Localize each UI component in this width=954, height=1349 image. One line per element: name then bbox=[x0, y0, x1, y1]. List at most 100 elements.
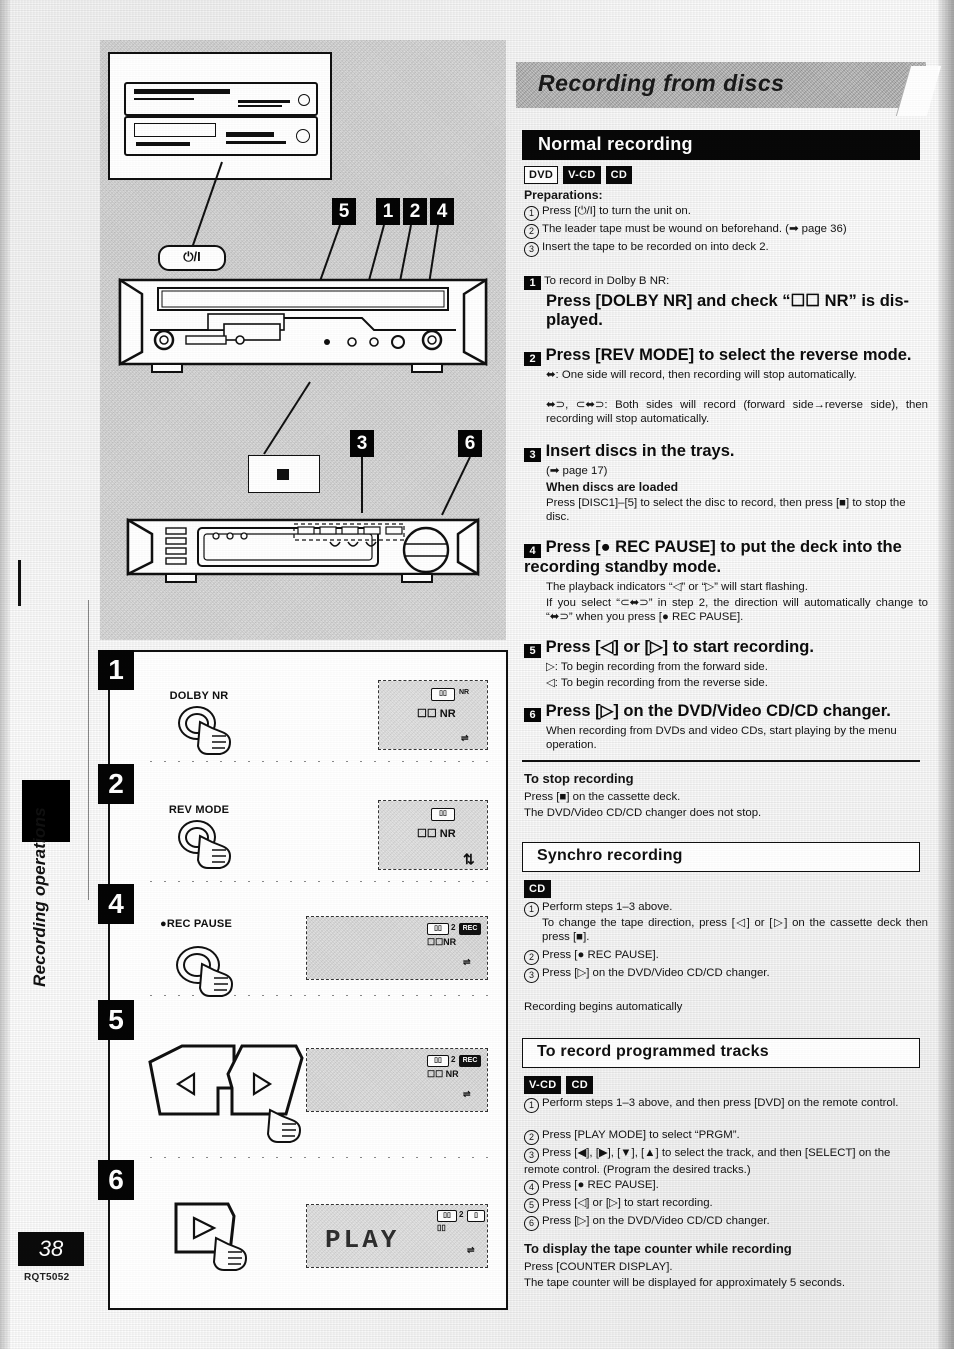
programmed-item-5: 5 Press [◁] or [▷] to start recording. bbox=[524, 1196, 928, 1213]
programmed-tracks-heading-text: To record programmed tracks bbox=[537, 1043, 769, 1060]
step-2-body-1: ⬌: One side will record, then recording … bbox=[546, 369, 857, 381]
rec-pause-button-label: ●REC PAUSE bbox=[159, 918, 232, 930]
step-1-title: Press [DOLBY NR] and check “☐☐ NR” is di… bbox=[546, 292, 910, 329]
badge-vcd-prog: V-CD bbox=[524, 1076, 562, 1095]
synchro-badges: CD bbox=[524, 880, 556, 899]
lcd-display-step2: ▯▯ ☐☐ NR ⇅ bbox=[378, 800, 488, 870]
tape-counter-heading: To display the tape counter while record… bbox=[524, 1241, 792, 1256]
step-divider-1 bbox=[144, 760, 496, 763]
step-4-body-2: If you select “⊂⬌⊃” in step 2, the direc… bbox=[546, 597, 928, 624]
synchro-item-1: 1 Perform steps 1–3 above. bbox=[524, 900, 928, 917]
illus-step-chip-4: 4 bbox=[98, 884, 134, 924]
pointing-hand-icon bbox=[266, 1108, 302, 1143]
normal-recording-badges: DVD V-CD CD bbox=[524, 166, 924, 185]
step-3-body-1: (➡ page 17) bbox=[546, 465, 608, 477]
synchro-footer: Recording begins automatically bbox=[524, 1001, 683, 1013]
step-6-body-1: When recording from DVDs and video CDs, … bbox=[546, 725, 897, 752]
lcd-display-step4: ▯▯ 2 REC ☐☐NR ⇌ bbox=[306, 916, 488, 980]
side-tab-label: Recording operations bbox=[30, 807, 49, 987]
lcd-text-step4: ☐☐NR bbox=[427, 937, 457, 947]
programmed-item-3: 3 Press [◀], [▶], [▼], [▲] to select the … bbox=[524, 1147, 891, 1176]
section-title: Recording from discs bbox=[538, 70, 785, 96]
illus-step-chip-1: 1 bbox=[98, 650, 134, 690]
badge-vcd: V-CD bbox=[563, 166, 601, 185]
callout-2: 2 bbox=[403, 198, 427, 225]
normal-recording-heading-text: Normal recording bbox=[538, 134, 693, 154]
illus-step-chip-5: 5 bbox=[98, 1000, 134, 1040]
callout-1: 1 bbox=[376, 198, 400, 225]
step-4-body-1: The playback indicators “◁” or “▷” will … bbox=[546, 581, 808, 593]
step-divider-5 bbox=[144, 1156, 496, 1159]
document-code: RQT5052 bbox=[24, 1272, 70, 1283]
badge-cd: CD bbox=[605, 166, 633, 185]
step-5-title: 5 Press [◁] or [▷] to start recording. bbox=[524, 638, 928, 658]
rev-mode-button-label: REV MODE bbox=[168, 804, 230, 816]
programmed-item-4: 4 Press [● REC PAUSE]. bbox=[524, 1178, 928, 1195]
lcd-text-step5: ☐☐ NR bbox=[427, 1069, 459, 1079]
section-banner: Recording from discs bbox=[516, 62, 942, 116]
power-button-callout: ⏻/I bbox=[158, 245, 226, 271]
margin-rule bbox=[18, 560, 21, 606]
synchro-recording-heading-text: Synchro recording bbox=[537, 847, 683, 864]
lcd-text-step6: PLAY bbox=[325, 1225, 400, 1255]
stop-recording-line-1: Press [■] on the cassette deck. bbox=[524, 791, 681, 803]
margin-hairline bbox=[88, 600, 89, 900]
stop-recording-line-2: The DVD/Video CD/CD changer does not sto… bbox=[524, 807, 762, 819]
programmed-tracks-heading: To record programmed tracks bbox=[522, 1038, 920, 1068]
synchro-item-2: 2 Press [● REC PAUSE]. bbox=[524, 948, 928, 965]
callout-3: 3 bbox=[350, 430, 374, 457]
lcd-display-step5: ▯▯ 2 REC ☐☐ NR ⇌ bbox=[306, 1048, 488, 1112]
synchro-item-3: 3 Press [▷] on the DVD/Video CD/CD change… bbox=[524, 966, 928, 983]
step-6-title: 6 Press [▷] on the DVD/Video CD/CD chang… bbox=[524, 702, 928, 722]
scan-left-edge bbox=[0, 0, 10, 1349]
pointing-hand-icon bbox=[196, 834, 232, 869]
lcd-text-step2: ☐☐ NR bbox=[417, 828, 456, 840]
step-5-body-1: ▷: To begin recording from the forward s… bbox=[546, 661, 768, 673]
illustration-column: ⏻/I 5 1 2 4 3 6 1 DOLBY NR ▯▯ NR ☐☐ NR ⇌… bbox=[98, 40, 508, 1310]
tape-counter-line-1: Press [COUNTER DISPLAY]. bbox=[524, 1261, 673, 1273]
step-divider-4 bbox=[144, 994, 496, 997]
step-1-lead: 1 To record in Dolby B NR: bbox=[524, 274, 669, 290]
lcd-display-step6: ▯▯ 2 ▯ ▯▯ PLAY ⇌ bbox=[306, 1204, 488, 1268]
programmed-badges: V-CD CD bbox=[524, 1076, 598, 1095]
stop-button-leader bbox=[263, 381, 311, 455]
badge-cd-synchro: CD bbox=[524, 880, 551, 899]
step-3-body-2: When discs are loaded bbox=[546, 480, 679, 494]
normal-recording-heading: Normal recording bbox=[522, 130, 920, 160]
scan-right-edge bbox=[938, 0, 954, 1349]
step-3-body-3: Press [DISC1]–[5] to select the disc to … bbox=[546, 497, 906, 524]
stop-button-callout bbox=[248, 455, 320, 493]
programmed-item-2: 2 Press [PLAY MODE] to select “PRGM”. bbox=[524, 1128, 928, 1145]
overview-top-unit bbox=[124, 82, 318, 116]
step-divider-2 bbox=[144, 880, 496, 883]
badge-dvd: DVD bbox=[524, 166, 559, 185]
synchro-recording-heading: Synchro recording bbox=[522, 842, 920, 872]
callout-4: 4 bbox=[430, 198, 454, 225]
step-2-title: 2 Press [REV MODE] to select the reverse… bbox=[524, 346, 928, 366]
programmed-item-6: 6 Press [▷] on the DVD/Video CD/CD change… bbox=[524, 1214, 928, 1231]
overview-bottom-unit bbox=[124, 116, 318, 156]
lcd-text-step1: ☐☐ NR bbox=[417, 708, 456, 720]
callout-6: 6 bbox=[458, 430, 482, 457]
dolby-nr-button-label: DOLBY NR bbox=[169, 690, 229, 702]
tape-counter-line-2: The tape counter will be displayed for a… bbox=[524, 1277, 846, 1289]
stop-recording-heading: To stop recording bbox=[524, 771, 634, 786]
step-3-title: 3 Insert discs in the trays. bbox=[524, 442, 928, 462]
lcd-display-step1: ▯▯ NR ☐☐ NR ⇌ bbox=[378, 680, 488, 750]
step-5-body-2: ◁: To begin recording from the reverse s… bbox=[546, 677, 768, 689]
pointing-hand-icon bbox=[212, 1236, 248, 1271]
pointing-hand-icon bbox=[196, 720, 232, 755]
badge-cd-prog: CD bbox=[566, 1076, 593, 1095]
preparation-item-3: 3 Insert the tape to be recorded on into … bbox=[524, 240, 928, 257]
section-divider bbox=[522, 760, 920, 762]
step-2-body-2: ⬌⊃, ⊂⬌⊃: Both sides will record (forward… bbox=[546, 399, 928, 426]
step-illustration-frame: 1 DOLBY NR ▯▯ NR ☐☐ NR ⇌ 2 REV MODE ▯▯ ☐… bbox=[98, 650, 508, 1310]
preparation-item-1: 1 Press [⏻/I] to turn the unit on. bbox=[524, 204, 928, 221]
programmed-item-1: 1 Perform steps 1–3 above, and then press… bbox=[524, 1096, 928, 1113]
illus-step-chip-2: 2 bbox=[98, 764, 134, 804]
page-number: 38 bbox=[18, 1232, 84, 1266]
dvd-changer-illustration bbox=[126, 517, 480, 583]
callout-5: 5 bbox=[332, 198, 356, 225]
illus-step-chip-6: 6 bbox=[98, 1160, 134, 1200]
cassette-deck-illustration bbox=[118, 277, 488, 373]
